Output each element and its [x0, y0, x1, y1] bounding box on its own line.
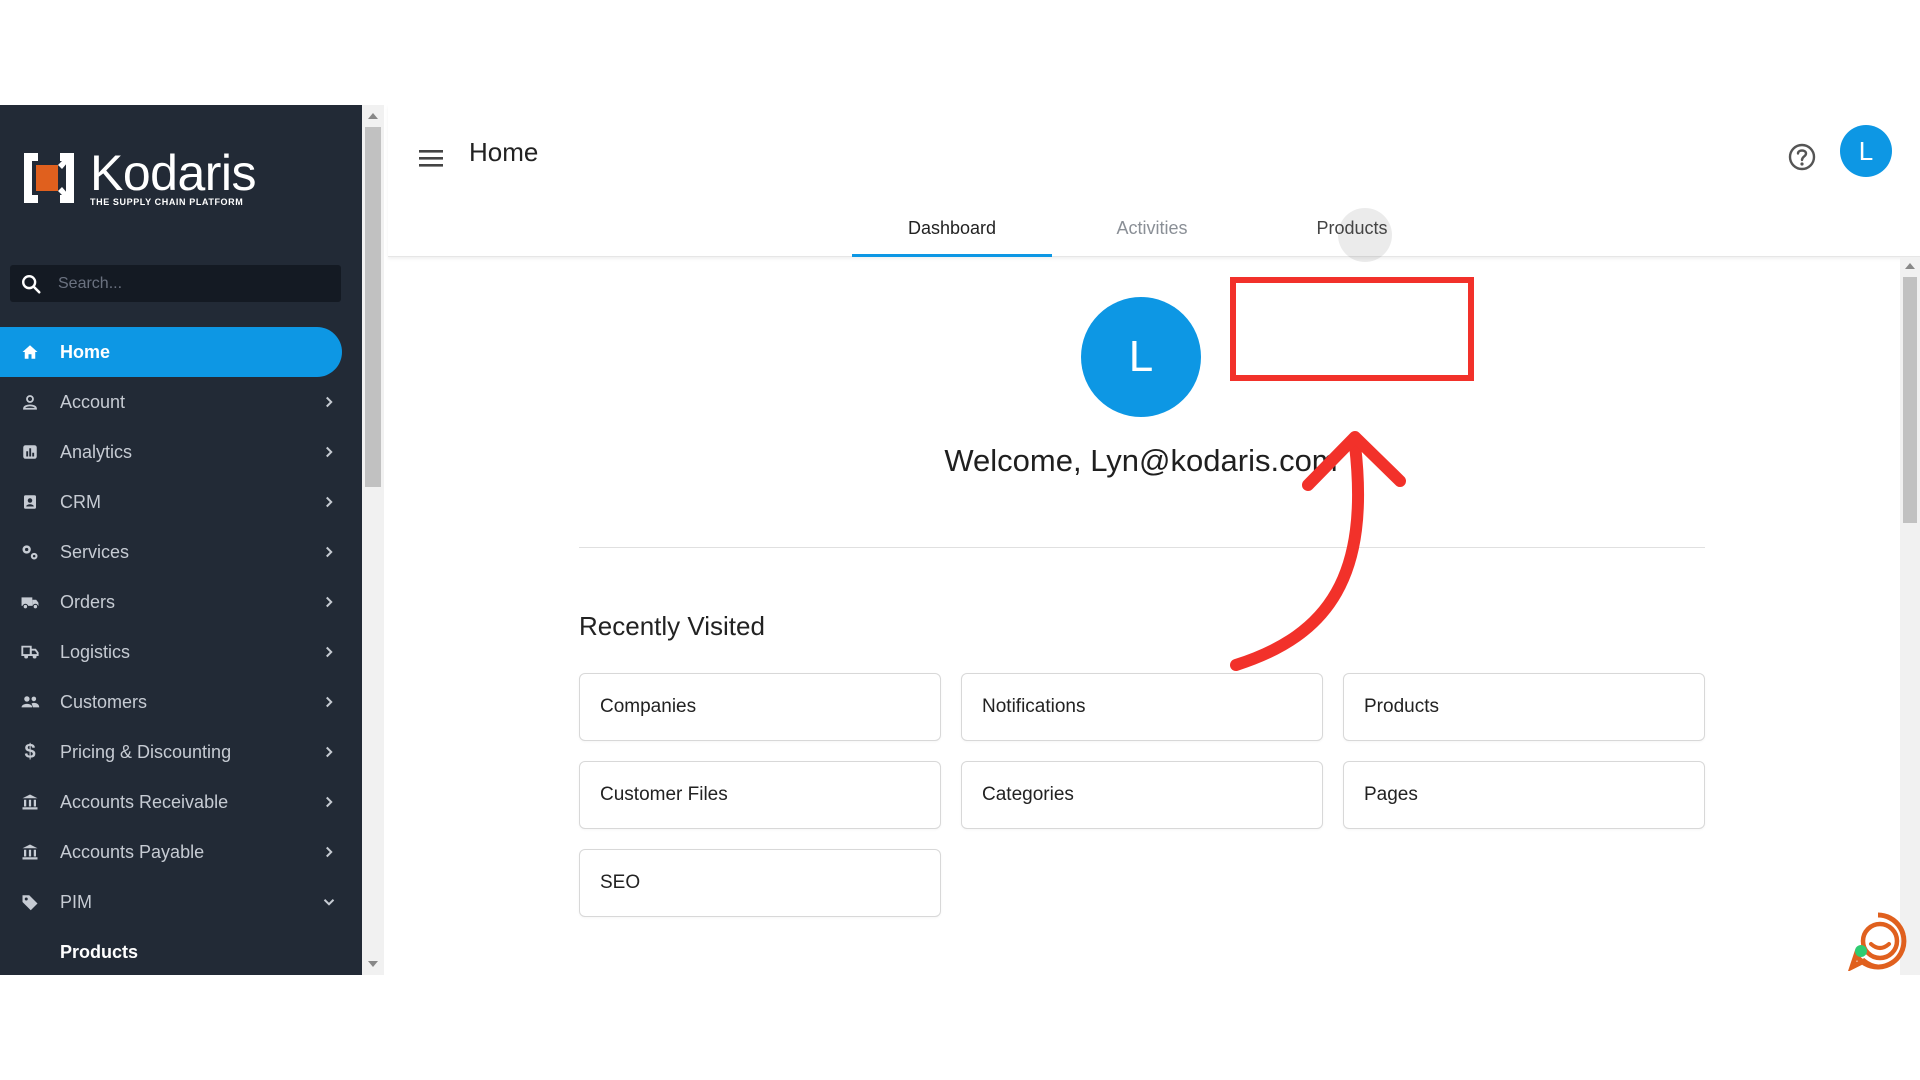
scroll-down-arrow-icon[interactable] [368, 961, 378, 967]
sidebar-item-label: Accounts Payable [60, 841, 205, 862]
sidebar-item-account[interactable]: Account [0, 377, 362, 427]
chevron-right-icon [326, 746, 333, 758]
tab-dashboard[interactable]: Dashboard [852, 200, 1052, 257]
sidebar-item-label: Orders [60, 591, 116, 612]
kodaris-logo-icon [22, 151, 76, 205]
page-title: Home [469, 137, 539, 167]
user-avatar[interactable]: L [1840, 125, 1892, 177]
sidebar-item-accounts-receivable[interactable]: Accounts Receivable [0, 777, 362, 827]
recent-card-categories[interactable]: Categories [961, 761, 1323, 829]
sidebar-item-logistics[interactable]: Logistics [0, 627, 362, 677]
tab-label: Activities [1116, 218, 1188, 238]
chevron-right-icon [326, 596, 333, 608]
sidebar-item-analytics[interactable]: Analytics [0, 427, 362, 477]
recent-card-customer-files[interactable]: Customer Files [579, 761, 941, 829]
sidebar-item-label: Logistics [60, 641, 131, 662]
chevron-right-icon [326, 446, 333, 458]
app-frame: Kodaris THE SUPPLY CHAIN PLATFORM Home [0, 105, 1920, 975]
sidebar-item-home[interactable]: Home [0, 327, 342, 377]
top-bar: Home L Dashboard Activities Products [388, 105, 1920, 262]
tab-label: Products [1316, 218, 1388, 238]
sidebar-search [10, 265, 341, 302]
user-icon [20, 392, 40, 412]
tab-label: Dashboard [907, 218, 997, 238]
sidebar-scrollbar[interactable] [362, 105, 384, 975]
sidebar-subitem-label: Products [60, 941, 139, 962]
home-icon [20, 342, 40, 362]
recent-card-companies[interactable]: Companies [579, 673, 941, 741]
welcome-message: Welcome, Lyn@kodaris.com [944, 443, 1338, 478]
sidebar: Kodaris THE SUPPLY CHAIN PLATFORM Home [0, 105, 362, 975]
chevron-down-icon [323, 899, 335, 906]
sidebar-item-pim[interactable]: PIM [0, 877, 362, 927]
tab-bar: Dashboard Activities Products [852, 200, 1452, 262]
search-input[interactable] [56, 273, 326, 294]
tag-icon [20, 892, 40, 912]
dollar-icon: $ [24, 740, 36, 763]
sidebar-item-label: CRM [60, 491, 101, 512]
profile-avatar: L [1081, 297, 1201, 417]
sidebar-item-accounts-payable[interactable]: Accounts Payable [0, 827, 362, 877]
contact-card-icon [20, 492, 40, 512]
logo[interactable]: Kodaris THE SUPPLY CHAIN PLATFORM [22, 145, 257, 207]
main-content: Home L Dashboard Activities Products L W… [388, 105, 1920, 975]
sidebar-item-label: Services [60, 541, 130, 562]
truck-icon [20, 592, 40, 612]
scrollbar-thumb[interactable] [365, 127, 381, 487]
sidebar-item-orders[interactable]: Orders [0, 577, 362, 627]
chevron-right-icon [326, 396, 333, 408]
chat-widget-icon[interactable] [1848, 911, 1908, 971]
sidebar-item-pricing-discounting[interactable]: $ Pricing & Discounting [0, 727, 362, 777]
sidebar-item-label: Home [60, 341, 111, 362]
recent-card-pages[interactable]: Pages [1343, 761, 1705, 829]
shipping-icon [20, 642, 40, 662]
menu-icon[interactable] [416, 143, 446, 173]
bank-icon [20, 842, 40, 862]
chevron-right-icon [326, 846, 333, 858]
sidebar-nav: Home Account Analytics CRM Services Orde… [0, 327, 362, 975]
logo-tagline: THE SUPPLY CHAIN PLATFORM [90, 197, 244, 207]
tab-activities[interactable]: Activities [1052, 200, 1252, 257]
chevron-right-icon [326, 546, 333, 558]
sidebar-item-label: Customers [60, 691, 148, 712]
scroll-up-arrow-icon[interactable] [368, 113, 378, 119]
bank-icon [20, 792, 40, 812]
sidebar-item-label: Analytics [60, 441, 133, 462]
sidebar-item-label: Accounts Receivable [60, 791, 229, 812]
scroll-up-arrow-icon[interactable] [1905, 263, 1915, 269]
sidebar-item-label: Pricing & Discounting [60, 741, 232, 762]
sidebar-item-crm[interactable]: CRM [0, 477, 362, 527]
recent-card-notifications[interactable]: Notifications [961, 673, 1323, 741]
sidebar-item-label: Account [60, 391, 126, 412]
tab-products[interactable]: Products [1252, 200, 1452, 262]
help-icon[interactable] [1786, 141, 1818, 173]
logo-wordmark: Kodaris [90, 145, 257, 201]
sidebar-item-label: PIM [60, 891, 93, 912]
scrollbar-thumb[interactable] [1903, 277, 1917, 523]
chart-icon [20, 442, 40, 462]
content-scrollbar[interactable] [1900, 257, 1920, 975]
chevron-right-icon [326, 696, 333, 708]
users-icon [20, 692, 40, 712]
search-icon [20, 273, 42, 295]
chevron-right-icon [326, 646, 333, 658]
sidebar-subitem-products[interactable]: Products [0, 927, 362, 975]
sidebar-item-customers[interactable]: Customers [0, 677, 362, 727]
recent-card-products[interactable]: Products [1343, 673, 1705, 741]
recent-card-seo[interactable]: SEO [579, 849, 941, 917]
sidebar-item-services[interactable]: Services [0, 527, 362, 577]
divider [579, 547, 1705, 548]
online-status-dot [1855, 945, 1867, 957]
gears-icon [20, 542, 40, 562]
chevron-right-icon [326, 796, 333, 808]
recently-visited-title: Recently Visited [579, 611, 765, 641]
chevron-right-icon [326, 496, 333, 508]
